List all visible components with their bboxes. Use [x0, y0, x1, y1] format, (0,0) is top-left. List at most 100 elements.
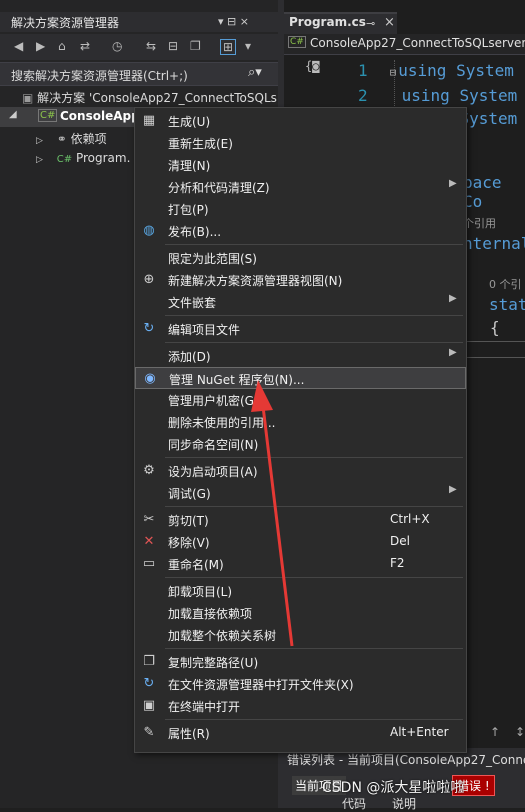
menu-item-label: 添加(D) — [168, 350, 211, 364]
menu-item[interactable]: ⊕ 新建解决方案资源管理器视图(N) — [135, 269, 466, 291]
scroll-up-icon[interactable]: ↑ — [490, 725, 500, 739]
code-fragment-internal[interactable]: nternal — [463, 234, 525, 253]
menu-item-label: 加载整个依赖关系树 — [168, 629, 277, 643]
expand-icon[interactable]: ◢ — [9, 109, 17, 120]
menu-item-label: 在终端中打开 — [168, 700, 241, 714]
code-line[interactable]: using System — [398, 61, 514, 80]
column-code[interactable]: 代码 — [342, 795, 366, 812]
search-icon[interactable]: ⌕▾ — [248, 65, 262, 80]
menu-item[interactable]: ▭ 重命名(M) F2 — [135, 553, 466, 575]
menu-item-label: 复制完整路径(U) — [168, 656, 259, 670]
code-fragment-brace[interactable]: { — [490, 318, 500, 337]
navigation-bar[interactable]: C# ConsoleApp27_ConnectToSQLserver — [284, 34, 525, 55]
code-fragment-static[interactable]: stat — [489, 295, 525, 314]
sync-icon[interactable]: ⇆ — [146, 39, 156, 53]
outline-icon: {◙ — [305, 59, 320, 73]
menu-item-label: 加载直接依赖项 — [168, 607, 253, 621]
project-node[interactable]: ◢ C# ConsoleApp — [0, 107, 140, 127]
tab-program-cs[interactable]: Program.cs ⊸ × — [284, 12, 397, 36]
menu-item-label: 在文件资源管理器中打开文件夹(X) — [168, 678, 354, 692]
scroll-icon[interactable]: ↕ — [515, 725, 525, 739]
menu-item[interactable]: ✎ 属性(R) Alt+Enter — [135, 722, 466, 744]
menu-item[interactable]: 调试(G) ▶ — [135, 482, 466, 504]
back-icon[interactable]: ◀ — [14, 39, 23, 53]
tab-label: Program.cs — [289, 15, 366, 29]
project-dropdown-label[interactable]: ConsoleApp27_ConnectToSQLserver — [310, 36, 525, 50]
collapsed-arrow-icon[interactable]: ▷ — [36, 155, 43, 165]
nuget-icon: ◉ — [144, 371, 156, 386]
menu-item-label: 限定为此范围(S) — [168, 252, 257, 266]
menu-item[interactable]: 文件嵌套 ▶ — [135, 291, 466, 313]
menu-item-shortcut: F2 — [390, 556, 405, 570]
menu-item-label: 移除(V) — [168, 536, 210, 550]
history-icon[interactable]: ◷ — [112, 39, 122, 53]
menu-item[interactable]: 重新生成(E) — [135, 132, 466, 154]
menu-item-label: 卸载项目(L) — [168, 585, 233, 599]
menu-item[interactable]: ◉ 管理 NuGet 程序包(N)... — [135, 367, 466, 389]
menu-item[interactable]: ▦ 生成(U) — [135, 110, 466, 132]
menu-item-label: 清理(N) — [168, 159, 211, 173]
menu-item-label: 重命名(M) — [168, 558, 224, 572]
project-label: ConsoleApp — [60, 109, 140, 123]
collapsed-arrow-icon[interactable]: ▷ — [36, 136, 43, 146]
menu-item[interactable]: 管理用户机密(G) — [135, 389, 466, 411]
show-all-files-icon[interactable]: ❐ — [190, 39, 201, 53]
menu-item-label: 同步命名空间(N) — [168, 438, 259, 452]
csharp-project-icon: C# — [38, 109, 58, 122]
program-file-node[interactable]: ▷ C# Program. — [36, 151, 130, 165]
submenu-arrow-icon: ▶ — [449, 484, 457, 495]
menu-item-label: 分析和代码清理(Z) — [168, 181, 270, 195]
search-box[interactable]: 搜索解决方案资源管理器(Ctrl+;) ⌕▾ — [0, 62, 278, 86]
column-description[interactable]: 说明 — [392, 795, 416, 812]
menu-item[interactable]: 打包(P) — [135, 198, 466, 220]
dependencies-node[interactable]: ▷ ⚭ 依赖项 — [36, 130, 107, 147]
csharp-project-icon: C# — [288, 36, 306, 48]
menu-item[interactable]: ✂ 剪切(T) Ctrl+X — [135, 509, 466, 531]
edit-project-icon: ↻ — [143, 321, 155, 336]
pin-icon[interactable]: ⊸ — [366, 17, 375, 30]
forward-icon[interactable]: ▶ — [36, 39, 45, 53]
codelens-references[interactable]: 0 个引 — [489, 276, 522, 292]
menu-item[interactable]: 分析和代码清理(Z) ▶ — [135, 176, 466, 198]
solution-node[interactable]: ▣ 解决方案 'ConsoleApp27_ConnectToSQLs — [22, 89, 277, 106]
collapse-all-icon[interactable]: ⊟ — [168, 39, 178, 53]
properties-toggle-icon[interactable]: ⊞ — [220, 39, 237, 55]
menu-item[interactable]: ✕ 移除(V) Del — [135, 531, 466, 553]
refresh-icon: ↻ — [143, 676, 155, 691]
menu-item[interactable]: 加载直接依赖项 — [135, 602, 466, 624]
gear-icon: ⚙ — [143, 463, 155, 478]
close-icon[interactable]: × — [384, 15, 395, 30]
menu-item[interactable]: ⚙ 设为启动项目(A) — [135, 460, 466, 482]
menu-separator — [165, 457, 463, 458]
menu-item-label: 调试(G) — [168, 487, 211, 501]
csharp-file-icon: C# — [56, 154, 73, 165]
menu-item[interactable]: 限定为此范围(S) — [135, 247, 466, 269]
menu-item[interactable]: 删除未使用的引用... — [135, 411, 466, 433]
menu-item[interactable]: 卸载项目(L) — [135, 580, 466, 602]
menu-item[interactable]: 同步命名空间(N) — [135, 433, 466, 455]
menu-item-label: 打包(P) — [168, 203, 209, 217]
menu-item[interactable]: ◍ 发布(B)... — [135, 220, 466, 242]
codelens-references[interactable]: 个引用 — [463, 215, 496, 231]
menu-item-label: 新建解决方案资源管理器视图(N) — [168, 274, 343, 288]
menu-item[interactable]: 加载整个依赖关系树 — [135, 624, 466, 646]
menu-separator — [165, 648, 463, 649]
code-line[interactable]: using System — [402, 86, 518, 105]
search-input[interactable]: 搜索解决方案资源管理器(Ctrl+;) — [11, 67, 188, 84]
menu-item[interactable]: ↻ 在文件资源管理器中打开文件夹(X) — [135, 673, 466, 695]
dependencies-label: 依赖项 — [70, 132, 107, 146]
wrench-icon: ✎ — [143, 725, 155, 740]
scissors-icon: ✂ — [143, 512, 155, 527]
menu-item[interactable]: 添加(D) ▶ — [135, 345, 466, 367]
menu-item[interactable]: ↻ 编辑项目文件 — [135, 318, 466, 340]
switch-views-icon[interactable]: ⇄ — [80, 39, 90, 53]
settings-dropdown-icon[interactable]: ▾ — [245, 39, 251, 53]
panel-window-controls[interactable]: ▾ ⊟ × — [218, 15, 249, 28]
menu-item[interactable]: 清理(N) — [135, 154, 466, 176]
home-icon[interactable]: ⌂ — [58, 39, 66, 53]
menu-item[interactable]: ❐ 复制完整路径(U) — [135, 651, 466, 673]
solution-icon: ▣ — [22, 91, 34, 105]
menu-item[interactable]: ▣ 在终端中打开 — [135, 695, 466, 717]
code-fragment-namespace[interactable]: pace Co — [463, 173, 525, 211]
current-line-highlight — [463, 341, 525, 358]
